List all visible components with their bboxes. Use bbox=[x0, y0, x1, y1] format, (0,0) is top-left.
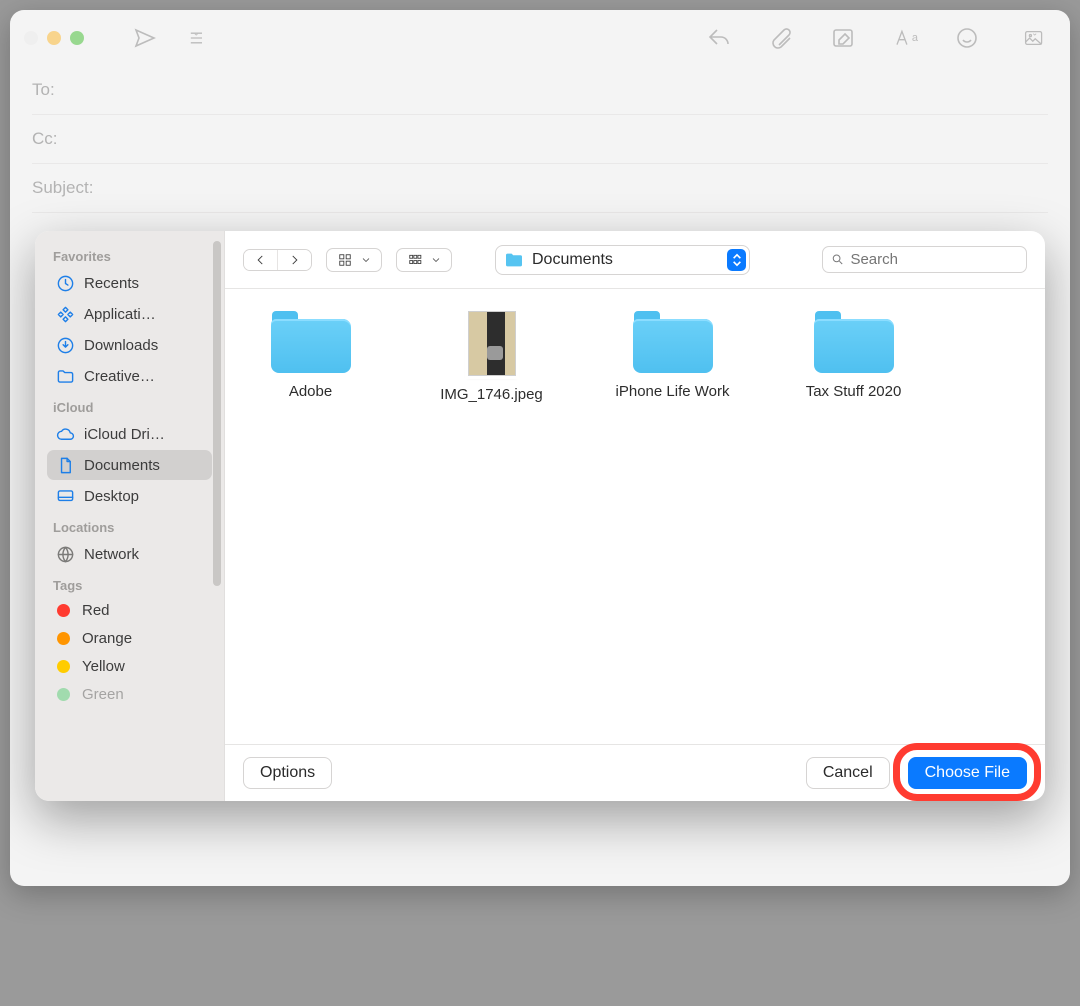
tag-dot-icon bbox=[57, 632, 70, 645]
to-field-row[interactable]: To: bbox=[32, 66, 1048, 115]
file-label: iPhone Life Work bbox=[616, 383, 730, 400]
sidebar-item-label: Creative… bbox=[84, 368, 155, 385]
nav-back-button[interactable] bbox=[244, 250, 277, 270]
window-controls bbox=[24, 31, 84, 45]
format-icon[interactable]: a bbox=[892, 25, 918, 51]
group-button[interactable] bbox=[396, 248, 452, 272]
sidebar-item-label: Red bbox=[82, 602, 110, 619]
subject-field-row[interactable]: Subject: bbox=[32, 164, 1048, 213]
chevron-down-icon bbox=[430, 254, 442, 266]
sidebar: Favorites Recents Applicati… Downloads C… bbox=[35, 231, 225, 801]
folder-icon bbox=[633, 311, 713, 373]
to-label: To: bbox=[32, 80, 55, 99]
search-field[interactable] bbox=[822, 246, 1027, 273]
send-icon[interactable] bbox=[132, 25, 158, 51]
maximize-window-button[interactable] bbox=[70, 31, 84, 45]
sidebar-item-creative[interactable]: Creative… bbox=[47, 361, 212, 391]
choose-file-button[interactable]: Choose File bbox=[908, 757, 1027, 789]
location-stepper-icon bbox=[727, 249, 746, 271]
sidebar-scrollbar[interactable] bbox=[213, 241, 221, 586]
sidebar-tag-yellow[interactable]: Yellow bbox=[47, 653, 212, 680]
tag-dot-icon bbox=[57, 660, 70, 673]
image-thumbnail-icon bbox=[468, 311, 516, 376]
emoji-icon[interactable] bbox=[954, 25, 980, 51]
toolbar: Documents bbox=[225, 231, 1045, 289]
sidebar-item-label: Orange bbox=[82, 630, 132, 647]
view-mode-button[interactable] bbox=[326, 248, 382, 272]
clock-icon bbox=[55, 273, 75, 293]
search-input[interactable] bbox=[850, 251, 1018, 268]
files-grid: Adobe IMG_1746.jpeg iPhone Life Work Tax… bbox=[225, 289, 1045, 744]
sidebar-item-label: Documents bbox=[84, 457, 160, 474]
cc-field-row[interactable]: Cc: bbox=[32, 115, 1048, 164]
globe-icon bbox=[55, 544, 75, 564]
reply-icon[interactable] bbox=[706, 25, 732, 51]
desktop-icon bbox=[55, 486, 75, 506]
sidebar-item-label: Green bbox=[82, 686, 124, 703]
sidebar-tag-red[interactable]: Red bbox=[47, 597, 212, 624]
sidebar-item-label: iCloud Dri… bbox=[84, 426, 165, 443]
sidebar-item-label: Applicati… bbox=[84, 306, 156, 323]
file-chooser-sheet: Favorites Recents Applicati… Downloads C… bbox=[35, 231, 1045, 801]
tag-dot-icon bbox=[57, 604, 70, 617]
sidebar-header-tags: Tags bbox=[45, 570, 222, 597]
sidebar-tag-green[interactable]: Green bbox=[47, 681, 212, 708]
markup-icon[interactable] bbox=[830, 25, 856, 51]
sidebar-item-documents[interactable]: Documents bbox=[47, 450, 212, 480]
sidebar-item-desktop[interactable]: Desktop bbox=[47, 481, 212, 511]
sidebar-item-label: Recents bbox=[84, 275, 139, 292]
download-icon bbox=[55, 335, 75, 355]
sidebar-item-label: Desktop bbox=[84, 488, 139, 505]
sidebar-item-label: Downloads bbox=[84, 337, 158, 354]
file-item-folder[interactable]: iPhone Life Work bbox=[605, 311, 740, 400]
sidebar-tag-orange[interactable]: Orange bbox=[47, 625, 212, 652]
subject-label: Subject: bbox=[32, 178, 93, 197]
file-item-image[interactable]: IMG_1746.jpeg bbox=[424, 311, 559, 403]
photo-icon[interactable] bbox=[1016, 25, 1056, 51]
sidebar-item-recents[interactable]: Recents bbox=[47, 268, 212, 298]
cc-label: Cc: bbox=[32, 129, 58, 148]
sidebar-item-label: Network bbox=[84, 546, 139, 563]
file-label: IMG_1746.jpeg bbox=[440, 386, 543, 403]
sidebar-item-label: Yellow bbox=[82, 658, 125, 675]
sidebar-item-network[interactable]: Network bbox=[47, 539, 212, 569]
folder-icon bbox=[55, 366, 75, 386]
sidebar-item-icloud-drive[interactable]: iCloud Dri… bbox=[47, 419, 212, 449]
location-label: Documents bbox=[532, 251, 613, 269]
sidebar-header-icloud: iCloud bbox=[45, 392, 222, 419]
folder-icon bbox=[504, 252, 524, 268]
cloud-icon bbox=[55, 424, 75, 444]
titlebar: a bbox=[10, 10, 1070, 66]
sidebar-header-locations: Locations bbox=[45, 512, 222, 539]
sidebar-header-favorites: Favorites bbox=[45, 241, 222, 268]
file-label: Tax Stuff 2020 bbox=[806, 383, 902, 400]
sheet-footer: Options Cancel Choose File bbox=[225, 744, 1045, 801]
minimize-window-button[interactable] bbox=[47, 31, 61, 45]
document-icon bbox=[55, 455, 75, 475]
folder-icon bbox=[271, 311, 351, 373]
attachment-icon[interactable] bbox=[768, 25, 794, 51]
location-popup[interactable]: Documents bbox=[495, 245, 750, 275]
file-item-folder[interactable]: Adobe bbox=[243, 311, 378, 400]
nav-segment bbox=[243, 249, 312, 271]
list-icon[interactable] bbox=[178, 25, 218, 51]
app-icon bbox=[55, 304, 75, 324]
options-button[interactable]: Options bbox=[243, 757, 332, 789]
file-label: Adobe bbox=[289, 383, 332, 400]
mail-compose-window: a To: Cc: Subject: Favorites Recents bbox=[10, 10, 1070, 886]
nav-forward-button[interactable] bbox=[277, 250, 311, 270]
folder-icon bbox=[814, 311, 894, 373]
sidebar-item-applications[interactable]: Applicati… bbox=[47, 299, 212, 329]
tag-dot-icon bbox=[57, 688, 70, 701]
search-icon bbox=[831, 252, 844, 267]
close-window-button[interactable] bbox=[24, 31, 38, 45]
file-item-folder[interactable]: Tax Stuff 2020 bbox=[786, 311, 921, 400]
cancel-button[interactable]: Cancel bbox=[806, 757, 890, 789]
chevron-down-icon bbox=[360, 254, 372, 266]
sidebar-item-downloads[interactable]: Downloads bbox=[47, 330, 212, 360]
